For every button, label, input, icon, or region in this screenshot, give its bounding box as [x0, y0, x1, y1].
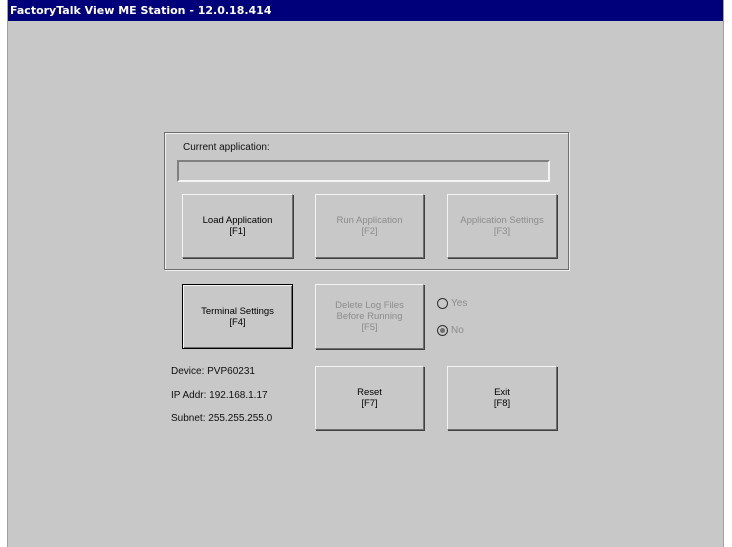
radio-no-circle-icon: [437, 325, 448, 336]
device-name: Device: PVP60231: [171, 366, 255, 377]
exit-key: [F8]: [493, 398, 511, 409]
load-application-key: [F1]: [229, 226, 246, 237]
application-settings-key: [F3]: [493, 226, 511, 237]
exit-label: Exit: [494, 387, 510, 398]
main-window: FactoryTalk View ME Station - 12.0.18.41…: [7, 0, 724, 547]
load-application-button[interactable]: Load Application [F1]: [182, 194, 293, 258]
delete-log-files-line1: Delete Log Files: [335, 300, 404, 311]
reset-button[interactable]: Reset [F7]: [315, 366, 424, 430]
delete-log-files-button[interactable]: Delete Log Files Before Running [F5]: [315, 284, 424, 349]
title-bar: FactoryTalk View ME Station - 12.0.18.41…: [8, 0, 723, 21]
run-application-label: Run Application: [336, 215, 403, 226]
radio-no-label: No: [451, 325, 464, 336]
terminal-settings-key: [F4]: [229, 316, 246, 328]
run-application-key: [F2]: [361, 226, 378, 237]
application-settings-button[interactable]: Application Settings [F3]: [447, 194, 557, 258]
delete-log-files-line2: Before Running: [336, 311, 403, 322]
radio-yes[interactable]: Yes: [437, 298, 467, 309]
terminal-settings-button[interactable]: Terminal Settings [F4]: [182, 284, 293, 349]
current-application-label: Current application:: [183, 142, 270, 153]
radio-no[interactable]: No: [437, 325, 464, 336]
ip-address: IP Addr: 192.168.1.17: [171, 390, 268, 401]
application-settings-label: Application Settings: [460, 215, 544, 226]
reset-key: [F7]: [361, 398, 378, 409]
reset-label: Reset: [357, 387, 382, 398]
terminal-settings-label: Terminal Settings: [201, 305, 274, 317]
delete-log-files-key: [F5]: [361, 322, 378, 333]
run-application-button[interactable]: Run Application [F2]: [315, 194, 424, 258]
load-application-label: Load Application: [202, 215, 273, 226]
current-application-field: [177, 160, 550, 182]
subnet-mask: Subnet: 255.255.255.0: [171, 413, 273, 424]
radio-yes-circle-icon: [437, 298, 448, 309]
radio-yes-label: Yes: [451, 298, 468, 309]
exit-button[interactable]: Exit [F8]: [447, 366, 557, 430]
